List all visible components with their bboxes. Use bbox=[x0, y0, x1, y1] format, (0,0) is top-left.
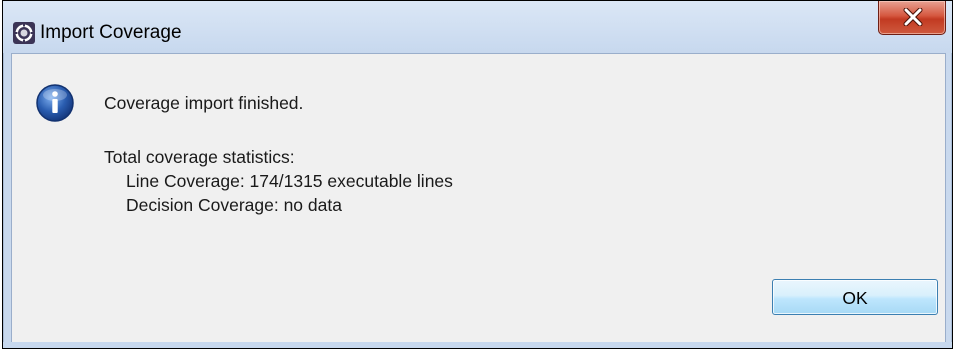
coverage-statistics: Total coverage statistics: Line Coverage… bbox=[104, 145, 453, 217]
window-title: Import Coverage bbox=[40, 22, 182, 43]
decision-coverage-text: Decision Coverage: no data bbox=[126, 195, 342, 215]
dialog-body: Coverage import finished. Total coverage… bbox=[11, 53, 946, 343]
info-icon bbox=[35, 83, 75, 123]
window-bottom-border bbox=[3, 342, 952, 348]
stats-heading: Total coverage statistics: bbox=[104, 147, 295, 167]
ok-button[interactable]: OK bbox=[772, 279, 938, 315]
dialog-window: Import Coverage Coverage import finished… bbox=[2, 0, 953, 349]
close-button[interactable] bbox=[878, 1, 946, 35]
message-text: Coverage import finished. bbox=[104, 93, 304, 113]
line-coverage-text: Line Coverage: 174/1315 executable lines bbox=[126, 171, 453, 191]
close-x-icon bbox=[903, 8, 923, 26]
title-bar[interactable]: Import Coverage bbox=[3, 1, 952, 53]
eclipse-gear-icon bbox=[12, 21, 36, 45]
